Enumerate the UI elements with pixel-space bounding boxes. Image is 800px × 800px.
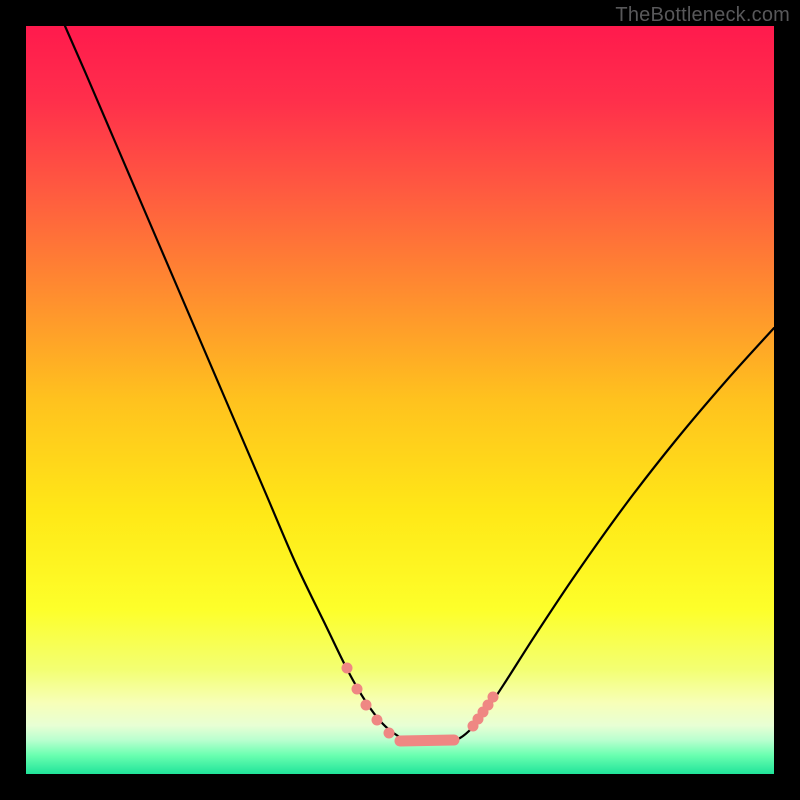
curve-marker-dot — [372, 715, 383, 726]
curve-marker-dot — [352, 684, 363, 695]
curve-markers — [342, 663, 499, 742]
curve-marker-segment — [400, 740, 454, 741]
curve-marker-dot — [488, 692, 499, 703]
bottleneck-curve — [65, 26, 774, 744]
curve-marker-dot — [384, 728, 395, 739]
curve-marker-dot — [361, 700, 372, 711]
plot-frame — [26, 26, 774, 774]
curve-marker-dot — [342, 663, 353, 674]
bottleneck-curve-layer — [26, 26, 774, 774]
attribution-label: TheBottleneck.com — [615, 4, 790, 27]
